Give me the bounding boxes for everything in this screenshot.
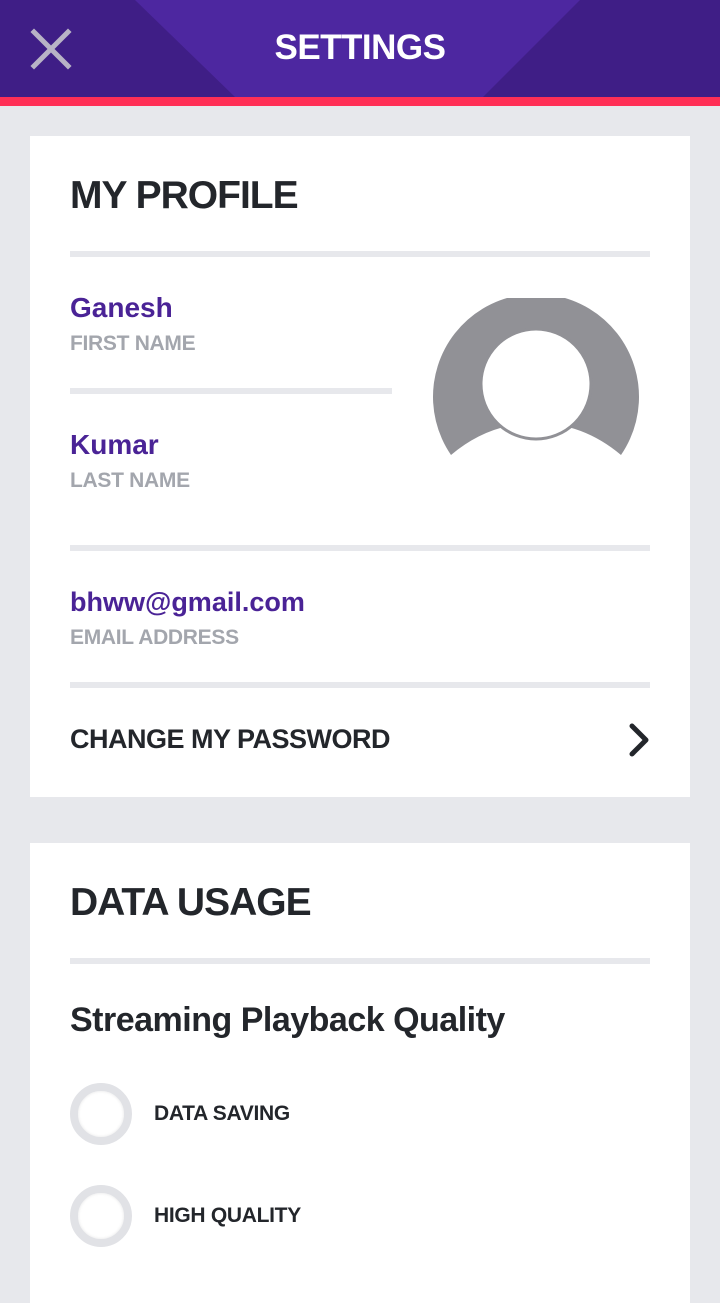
- option-label: HIGH QUALITY: [154, 1204, 301, 1227]
- data-usage-card: DATA USAGE Streaming Playback Quality DA…: [30, 843, 690, 1303]
- divider: [70, 388, 392, 394]
- divider: [70, 958, 650, 964]
- option-data-saving[interactable]: DATA SAVING: [70, 1083, 630, 1147]
- radio-button[interactable]: [70, 1185, 132, 1247]
- email-label: EMAIL ADDRESS: [70, 626, 239, 649]
- chevron-right-icon: [624, 722, 654, 758]
- avatar[interactable]: [433, 298, 639, 458]
- divider: [70, 251, 650, 257]
- my-profile-title: MY PROFILE: [70, 174, 299, 217]
- last-name-label: LAST NAME: [70, 469, 190, 492]
- divider: [70, 545, 650, 551]
- change-password-row[interactable]: CHANGE MY PASSWORD: [30, 687, 690, 787]
- data-usage-title: DATA USAGE: [70, 881, 312, 924]
- header-accent-stripe: [0, 97, 720, 106]
- option-high-quality[interactable]: HIGH QUALITY: [70, 1185, 630, 1249]
- page-title: SETTINGS: [274, 28, 446, 67]
- first-name-label: FIRST NAME: [70, 332, 196, 355]
- first-name-value[interactable]: Ganesh: [70, 292, 173, 324]
- avatar-icon: [433, 298, 639, 455]
- change-password-label: CHANGE MY PASSWORD: [70, 724, 391, 754]
- header-bar: SETTINGS: [0, 0, 720, 97]
- email-value[interactable]: bhww@gmail.com: [70, 587, 305, 618]
- radio-button[interactable]: [70, 1083, 132, 1145]
- my-profile-card: MY PROFILE Ganesh FIRST NAME Kumar LAST …: [30, 136, 690, 797]
- streaming-quality-subtitle: Streaming Playback Quality: [70, 1001, 505, 1039]
- option-label: DATA SAVING: [154, 1102, 290, 1125]
- last-name-value[interactable]: Kumar: [70, 429, 159, 461]
